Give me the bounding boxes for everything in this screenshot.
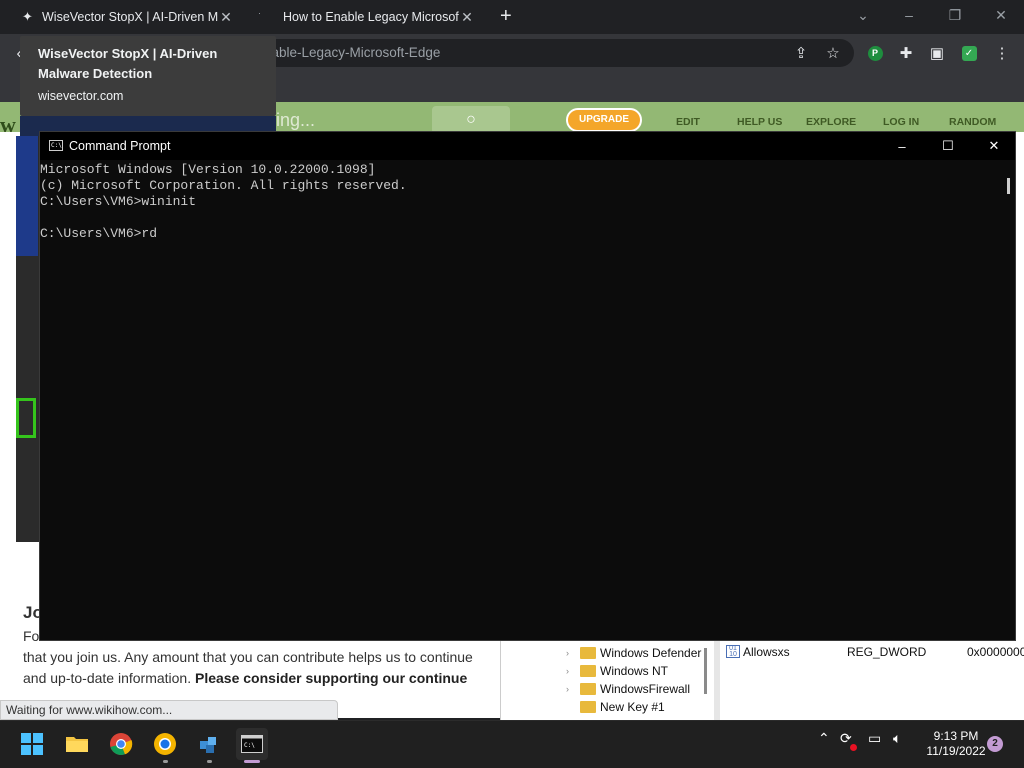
cmd-app-icon: C:\ [49,140,63,151]
cmd-close-button[interactable]: ✕ [971,132,1017,160]
console-line: Microsoft Windows [Version 10.0.22000.10… [40,162,376,177]
body-text: and up-to-date information. [23,670,195,686]
running-indicator [163,760,168,763]
extensions-puzzle-icon[interactable]: ✚ [895,42,917,64]
alert-dot-icon [850,744,857,751]
bookmark-star-icon[interactable]: ☆ [822,42,844,64]
highlight-box [16,398,36,438]
registry-tree-item[interactable]: New Key #1 [566,700,665,714]
tab-loading-icon: · [258,8,261,18]
close-tab-icon[interactable]: ✕ [459,9,475,26]
side-panel-icon[interactable]: ▣ [926,42,948,64]
cmd-window-title: Command Prompt [69,139,171,153]
folder-icon [580,665,596,677]
body-text-line: Fo [23,628,40,644]
tab-search-icon[interactable]: ⌄ [840,0,886,30]
wikihow-logo[interactable]: w [0,112,16,138]
site-search-button[interactable]: ○ [432,106,510,134]
folder-icon [580,647,596,659]
cmd-titlebar[interactable]: C:\ Command Prompt – ☐ ✕ [40,132,1015,160]
console-line: C:\Users\VM6>rd [40,226,158,241]
command-prompt-window[interactable]: C:\ Command Prompt – ☐ ✕ Microsoft Windo… [39,131,1016,641]
registry-cubes-icon [200,737,216,753]
tree-item-label: WindowsFirewall [600,682,691,696]
tab-wikihow[interactable]: How to Enable Legacy Microsoft ✕ [283,2,483,32]
active-indicator [244,760,260,763]
nav-help-us[interactable]: HELP US [737,116,782,128]
support-call-to-action[interactable]: Please consider supporting our continue [195,670,467,686]
new-tab-button[interactable]: + [500,6,512,26]
upgrade-button[interactable]: UPGRADE [566,108,642,132]
command-prompt-taskbar-button[interactable]: C:\ [236,728,268,760]
security-extension-icon[interactable]: ✓ [958,42,980,64]
close-tab-icon[interactable]: ✕ [218,9,234,26]
system-clock[interactable]: 9:13 PM 11/19/2022 [918,729,994,759]
folder-icon [580,701,596,713]
menu-kebab-icon[interactable]: ⋮ [991,42,1013,64]
file-explorer-button[interactable] [61,728,93,760]
close-window-button[interactable]: ✕ [978,0,1024,30]
video-frame [16,136,38,256]
share-icon[interactable]: ⇪ [790,42,812,64]
chrome-button[interactable] [105,728,137,760]
windows-logo-icon [21,733,43,755]
network-icon[interactable]: ▭ [868,730,881,747]
hover-card-domain: wisevector.com [38,89,124,103]
splitter[interactable] [714,640,720,720]
chrome-alt-icon [154,733,176,755]
body-text-line: that you join us. Any amount that you ca… [23,649,473,665]
notification-badge[interactable]: 2 [987,736,1003,752]
nav-random[interactable]: RANDOM [949,116,996,128]
restore-button[interactable]: ❐ [932,0,978,30]
favicon-icon: ✦ [22,9,33,24]
tab-hover-card: WiseVector StopX | AI-Driven Malware Det… [20,36,276,116]
cmd-maximize-button[interactable]: ☐ [925,132,971,160]
tree-item-label: Windows Defender [600,646,702,660]
tab-wisevector[interactable]: ✦ WiseVector StopX | AI-Driven Ma ✕ [22,2,254,32]
address-bar[interactable]: nable-Legacy-Microsoft-Edge [240,39,854,67]
value-data: 0x0000000 [967,645,1024,659]
tree-item-label: Windows NT [600,664,669,678]
loading-status: Waiting for www.wikihow.com... [0,700,338,720]
svg-text:C:\: C:\ [244,742,255,749]
minimize-button[interactable]: – [886,0,932,30]
value-name[interactable]: Allowsxs [743,645,790,659]
registry-tree-item[interactable]: › Windows NT [566,664,668,678]
value-type: REG_DWORD [847,645,927,659]
profile-extension-icon[interactable]: P [864,42,886,64]
registry-tree-item[interactable]: › Windows Defender [566,646,701,660]
running-indicator [207,760,212,763]
chrome-profile-button[interactable] [149,728,181,760]
clock-time: 9:13 PM [933,729,979,743]
volume-icon[interactable]: 🔈︎ [893,730,901,747]
tab-title: WiseVector StopX | AI-Driven Ma [42,10,218,24]
folder-icon [580,683,596,695]
body-text-line: and up-to-date information. Please consi… [23,670,467,686]
cmd-console-output[interactable]: Microsoft Windows [Version 10.0.22000.10… [40,162,1000,640]
tree-item-label: New Key #1 [600,700,665,714]
hover-card-title: WiseVector StopX | AI-Driven Malware Det… [38,46,218,81]
console-line: C:\Users\VM6>wininit [40,194,197,209]
url-text: nable-Legacy-Microsoft-Edge [264,45,441,60]
registry-editor-button[interactable] [193,728,225,760]
start-button[interactable] [16,728,48,760]
cmd-scrollbar-thumb[interactable] [1007,178,1010,194]
binary-value-icon: 01 10 [726,645,740,658]
loading-text: ing... [276,110,316,130]
folder-icon [66,737,88,752]
nav-log-in[interactable]: LOG IN [883,116,919,128]
nav-edit[interactable]: EDIT [676,116,700,128]
chrome-icon [110,733,133,756]
nav-explore[interactable]: EXPLORE [806,116,856,128]
cmd-minimize-button[interactable]: – [879,132,925,160]
tree-scrollbar[interactable] [704,648,707,694]
clock-date: 11/19/2022 [926,744,986,758]
registry-tree-item[interactable]: › WindowsFirewall [566,682,690,696]
console-line: (c) Microsoft Corporation. All rights re… [40,178,407,193]
search-icon: ○ [466,111,476,128]
terminal-icon: C:\ [241,735,263,753]
tab-title: How to Enable Legacy Microsoft [283,10,459,24]
show-hidden-icons-button[interactable]: ⌃ [818,730,830,747]
